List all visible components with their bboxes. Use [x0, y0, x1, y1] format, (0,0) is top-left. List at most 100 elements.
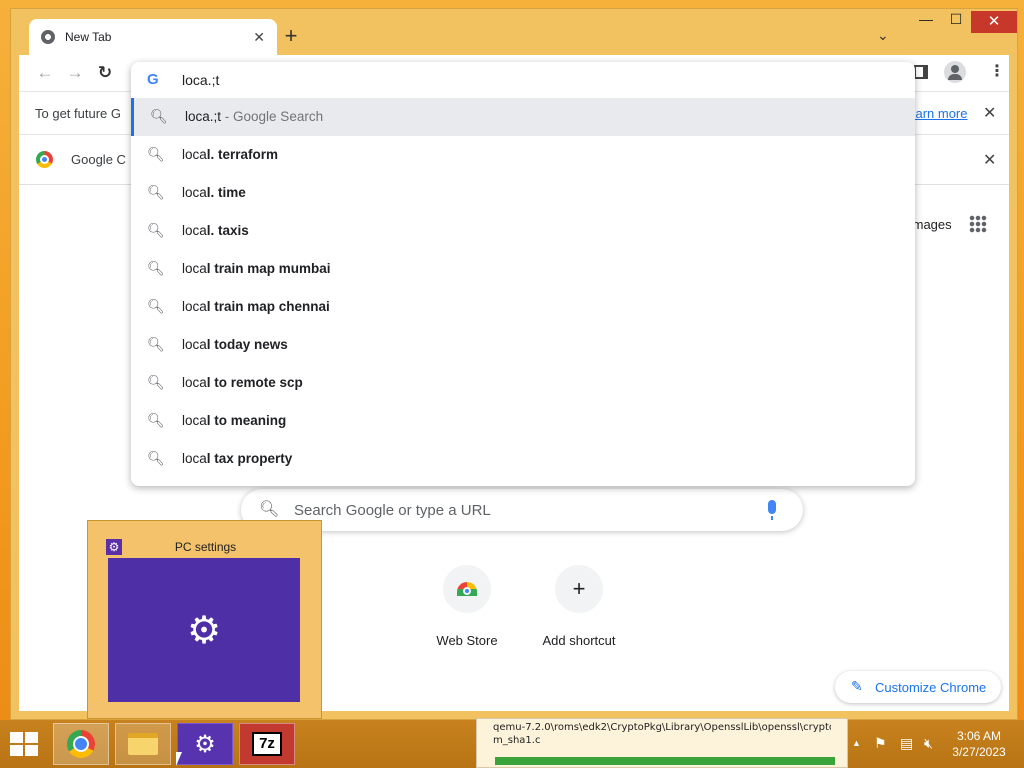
show-hidden-icons-icon[interactable]: ▲ [852, 738, 861, 748]
suggestion-item[interactable]: 🔍︎ local. taxis [131, 212, 915, 250]
suggestion-prefix: loca [182, 147, 207, 162]
folder-icon [128, 733, 158, 755]
ntp-search-box[interactable]: 🔍︎ Search Google or type a URL [241, 489, 803, 531]
clock-time: 3:06 AM [956, 729, 1002, 743]
profile-avatar-icon[interactable] [944, 61, 966, 83]
suggestion-prefix: loca [182, 413, 207, 428]
tab-search-chevron-icon[interactable]: ⌄ [877, 27, 889, 44]
suggestion-prefix: loca [182, 185, 207, 200]
network-icon[interactable]: ▤ [900, 735, 913, 752]
default-browser-close-icon[interactable]: ✕ [983, 150, 996, 170]
chrome-menu-button[interactable]: ⋮ [989, 61, 1005, 81]
pc-settings-thumbnail[interactable]: ⚙ PC settings ⚙ [87, 520, 322, 719]
tab-new-tab[interactable]: New Tab ✕ [29, 19, 277, 55]
close-window-button[interactable]: ✕ [971, 11, 1017, 33]
customize-chrome-button[interactable]: ✎ Customize Chrome [835, 671, 1001, 703]
chrome-icon [67, 730, 95, 758]
suggestion-completion: l to meaning [206, 413, 287, 428]
pencil-icon: ✎ [851, 678, 863, 694]
suggestion-completion: l train map chennai [206, 299, 330, 314]
google-apps-icon[interactable] [969, 215, 987, 233]
side-panel-icon[interactable] [914, 65, 928, 79]
suggestion-item[interactable]: 🔍︎ local to meaning [131, 402, 915, 440]
suggestion-completion: l. taxis [206, 223, 249, 238]
info-bar-close-icon[interactable]: ✕ [983, 103, 996, 123]
windows-start-icon[interactable] [10, 732, 38, 756]
suggestion-item[interactable]: 🔍︎ local train map mumbai [131, 250, 915, 288]
pc-settings-title: PC settings [174, 540, 237, 554]
gear-icon: ⚙ [194, 730, 216, 758]
suggestion-item[interactable]: 🔍︎ local to remote scp [131, 364, 915, 402]
info-bar-message: To get future G [35, 106, 121, 121]
customize-chrome-label: Customize Chrome [875, 680, 987, 695]
microphone-icon[interactable] [768, 500, 776, 520]
minimize-button[interactable]: — [911, 11, 941, 33]
back-button[interactable]: ← [35, 63, 55, 83]
suggestion-completion: l to remote scp [206, 375, 303, 390]
mouse-cursor-icon [176, 752, 182, 766]
suggestion-item[interactable]: 🔍︎ local train map chennai [131, 288, 915, 326]
omnibox-input[interactable]: loca.;t [182, 72, 219, 88]
omnibox-dropdown: G loca.;t 🔍︎ loca.;t - Google Search 🔍︎ … [131, 62, 915, 486]
maximize-button[interactable]: ☐ [941, 11, 971, 33]
action-center-flag-icon[interactable]: ⚑ [874, 735, 887, 752]
plus-icon: + [555, 565, 603, 613]
title-bar: New Tab ✕ + ⌄ — ☐ ✕ [11, 9, 1017, 55]
search-placeholder: Search Google or type a URL [294, 502, 491, 519]
clock-date: 3/27/2023 [952, 745, 1006, 759]
suggestion-completion: l. time [206, 185, 246, 200]
suggestion-item[interactable]: 🔍︎ local tax property [131, 440, 915, 478]
shortcut-web-store[interactable]: Web Store [422, 565, 512, 648]
suggestion-completion: l today news [206, 337, 288, 352]
progress-bar [495, 757, 835, 765]
images-link[interactable]: Images [909, 217, 952, 232]
search-icon: 🔍︎ [259, 501, 280, 518]
suggestion-completion: l train map mumbai [206, 261, 331, 276]
pc-settings-preview[interactable]: ⚙ [108, 558, 300, 702]
web-store-icon [443, 565, 491, 613]
suggestion-completion: l tax property [206, 451, 293, 466]
reload-button[interactable]: ↻ [95, 63, 115, 83]
forward-button[interactable]: → [65, 63, 85, 83]
progress-path-line2: m_sha1.c [493, 735, 541, 746]
omnibox-input-row[interactable]: G loca.;t [131, 62, 915, 98]
suggestion-completion: l. terraform [206, 147, 279, 162]
extraction-progress-popup: qemu-7.2.0\roms\edk2\CryptoPkg\Library\O… [476, 718, 848, 768]
suggestion-item[interactable]: 🔍︎ local today news [131, 326, 915, 364]
suggestion-prefix: loca [182, 223, 207, 238]
suggestion-item[interactable]: 🔍︎ local. terraform [131, 136, 915, 174]
suggestion-list: 🔍︎ loca.;t - Google Search 🔍︎ local. ter… [131, 98, 915, 478]
progress-path-line1: qemu-7.2.0\roms\edk2\CryptoPkg\Library\O… [493, 722, 831, 733]
suggestion-prefix: loca [182, 375, 207, 390]
7zip-icon: 7z [252, 732, 282, 756]
suggestion-prefix: loca [182, 261, 207, 276]
search-icon: 🔍︎ [147, 260, 165, 276]
tab-close-icon[interactable]: ✕ [253, 29, 265, 46]
shortcut-label: Add shortcut [542, 633, 616, 648]
search-icon: 🔍︎ [147, 374, 165, 390]
new-tab-button[interactable]: + [279, 25, 303, 49]
taskbar-pc-settings[interactable]: ⚙ [177, 723, 233, 765]
suggestion-item[interactable]: 🔍︎ local. time [131, 174, 915, 212]
search-icon: 🔍︎ [147, 298, 165, 314]
volume-muted-icon[interactable]: 🔇︎ [924, 735, 933, 752]
taskbar-clock[interactable]: 3:06 AM 3/27/2023 [946, 728, 1012, 760]
suggestion-prefix: loca [182, 337, 207, 352]
taskbar-7zip[interactable]: 7z [239, 723, 295, 765]
chrome-favicon-icon [41, 30, 55, 44]
suggestion-prefix: loca [182, 299, 207, 314]
suggestion-item[interactable]: 🔍︎ loca.;t - Google Search [131, 98, 915, 136]
google-g-icon: G [147, 71, 159, 88]
shortcut-add[interactable]: + Add shortcut [534, 565, 624, 648]
suggestion-suffix: - Google Search [221, 109, 324, 124]
chrome-logo-icon [36, 151, 53, 168]
search-icon: 🔍︎ [150, 108, 168, 124]
default-browser-message: Google C [71, 152, 126, 167]
search-icon: 🔍︎ [147, 450, 165, 466]
search-icon: 🔍︎ [147, 222, 165, 238]
suggestion-query: loca.;t [185, 109, 222, 124]
suggestion-prefix: loca [182, 451, 207, 466]
taskbar-chrome[interactable] [53, 723, 109, 765]
search-icon: 🔍︎ [147, 412, 165, 428]
taskbar-file-explorer[interactable] [115, 723, 171, 765]
